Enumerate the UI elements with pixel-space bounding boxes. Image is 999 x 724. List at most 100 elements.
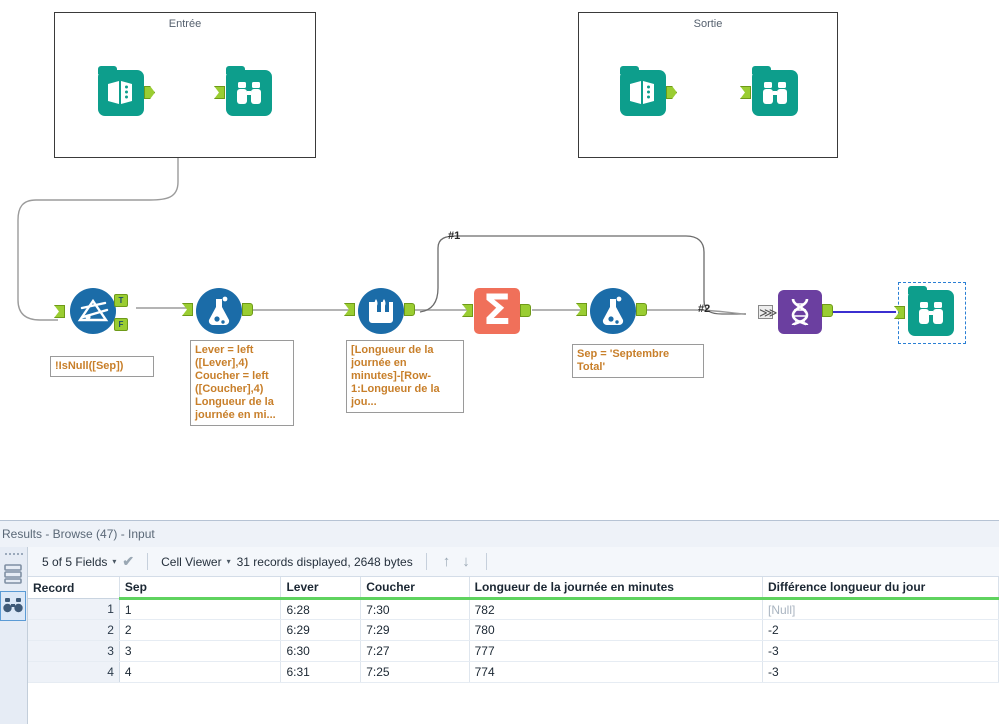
output-anchor[interactable]: [636, 303, 647, 316]
table-row[interactable]: 4 4 6:31 7:25 774 -3: [28, 661, 999, 683]
table-row[interactable]: 2 2 6:29 7:29 780 -2: [28, 619, 999, 641]
tool-input-data-entree[interactable]: [98, 66, 155, 116]
output-anchor[interactable]: [822, 304, 833, 317]
union-dna-icon: [778, 290, 822, 334]
browse-binoculars-icon[interactable]: [0, 591, 26, 621]
tool-multi-row-formula[interactable]: [344, 288, 415, 334]
tool-browse-entree[interactable]: [214, 66, 272, 116]
results-toolbar[interactable]: 5 of 5 Fields ▾ ✔ Cell Viewer ▾ 31 recor…: [28, 547, 999, 577]
cell-viewer-label: Cell Viewer: [161, 554, 222, 569]
records-status: 31 records displayed, 2648 bytes: [236, 554, 413, 569]
cell-record: 1: [28, 598, 120, 620]
cell-sep: 1: [119, 598, 282, 620]
column-header-longueur[interactable]: Longueur de la journée en minutes: [469, 577, 763, 600]
binoculars-icon: [908, 286, 954, 336]
cell-lever: 6:31: [280, 661, 362, 683]
results-rail[interactable]: [0, 547, 28, 724]
tool-filter[interactable]: T F: [54, 288, 128, 334]
cell-longueur: 777: [469, 640, 763, 662]
table-header-row: Record Sep Lever Coucher Longueur de la …: [28, 577, 999, 600]
toolbar-divider: [147, 553, 149, 570]
cell-lever: 6:28: [280, 598, 362, 620]
table-row[interactable]: 3 3 6:30 7:27 777 -3: [28, 640, 999, 662]
cell-difference: -3: [762, 640, 999, 662]
tool-container-title: Entrée: [168, 18, 202, 30]
toolbar-divider: [425, 553, 427, 570]
column-header-record[interactable]: Record: [28, 577, 120, 599]
cell-lever: 6:30: [280, 640, 362, 662]
filter-icon: [70, 288, 116, 334]
input-anchor[interactable]: [182, 303, 193, 316]
toolbar-divider: [485, 553, 487, 570]
false-output-anchor[interactable]: F: [114, 318, 128, 331]
check-icon[interactable]: ✔: [122, 553, 134, 570]
cell-record: 2: [28, 619, 120, 641]
column-header-sep[interactable]: Sep: [119, 577, 282, 600]
binoculars-icon: [226, 66, 272, 116]
results-table[interactable]: Record Sep Lever Coucher Longueur de la …: [28, 577, 999, 683]
input-anchor[interactable]: [894, 306, 905, 319]
cell-sep: 3: [119, 640, 282, 662]
tool-container-entree[interactable]: Entrée: [54, 12, 316, 158]
rail-drag-handle[interactable]: [0, 551, 27, 559]
cell-coucher: 7:29: [360, 619, 470, 641]
scroll-up-icon[interactable]: ↑: [440, 553, 454, 570]
column-header-difference[interactable]: Différence longueur du jour: [762, 577, 999, 600]
book-icon: [98, 66, 144, 116]
annotation-formula-1: Lever = left ([Lever],4) Coucher = left …: [190, 340, 294, 426]
cell-longueur: 774: [469, 661, 763, 683]
cell-record: 3: [28, 640, 120, 662]
true-output-anchor[interactable]: T: [114, 294, 128, 307]
cell-coucher: 7:27: [360, 640, 470, 662]
cell-longueur: 780: [469, 619, 763, 641]
multi-input-anchor[interactable]: ⋙: [758, 305, 778, 320]
cell-difference: -3: [762, 661, 999, 683]
binoculars-icon: [752, 66, 798, 116]
cell-lever: 6:29: [280, 619, 362, 641]
tool-container-sortie[interactable]: Sortie: [578, 12, 838, 158]
tool-browse-final[interactable]: [894, 286, 954, 336]
table-row[interactable]: 1 1 6:28 7:30 782 [Null]: [28, 598, 999, 620]
output-anchor[interactable]: [242, 303, 253, 316]
multirow-formula-icon: [358, 288, 404, 334]
annotation-formula-2: Sep = 'Septembre Total': [572, 344, 704, 378]
scroll-down-icon[interactable]: ↓: [459, 553, 473, 570]
book-icon: [620, 66, 666, 116]
cell-difference: [Null]: [762, 598, 999, 620]
sigma-icon: Σ: [474, 288, 520, 334]
tool-browse-sortie[interactable]: [740, 66, 798, 116]
fields-label: 5 of 5 Fields: [42, 554, 108, 569]
cell-coucher: 7:30: [360, 598, 470, 620]
cell-record: 4: [28, 661, 120, 683]
tool-summarize[interactable]: Σ: [462, 288, 531, 334]
chevron-down-icon[interactable]: ▾: [112, 557, 116, 566]
cell-difference: -2: [762, 619, 999, 641]
cell-sep: 2: [119, 619, 282, 641]
fields-selector[interactable]: 5 of 5 Fields ▾: [42, 555, 116, 569]
tool-formula-2[interactable]: [576, 288, 647, 334]
input-anchor[interactable]: [462, 304, 473, 317]
annotation-multi-row-formula: [Longueur de la journée en minutes]-[Row…: [346, 340, 464, 413]
tool-input-data-sortie[interactable]: [620, 66, 677, 116]
cell-sep: 4: [119, 661, 282, 683]
results-title: Results - Browse (47) - Input: [0, 521, 999, 547]
results-panel[interactable]: Results - Browse (47) - Input 5 of 5 Fie…: [0, 520, 999, 724]
flask-icon: [196, 288, 242, 334]
tool-container-title: Sortie: [693, 18, 723, 30]
workflow-canvas[interactable]: Entrée Sortie T F !IsNull([Sep]) Lever =…: [0, 0, 999, 520]
tool-union[interactable]: ⋙: [758, 290, 833, 334]
output-anchor[interactable]: [520, 304, 531, 317]
chevron-down-icon[interactable]: ▾: [227, 557, 231, 566]
cell-viewer-selector[interactable]: Cell Viewer ▾: [161, 555, 230, 569]
column-header-coucher[interactable]: Coucher: [360, 577, 470, 600]
tool-formula-1[interactable]: [182, 288, 253, 334]
input-anchor[interactable]: [344, 303, 355, 316]
input-anchor[interactable]: [54, 305, 65, 318]
column-header-lever[interactable]: Lever: [280, 577, 362, 600]
cell-coucher: 7:25: [360, 661, 470, 683]
annotation-filter: !IsNull([Sep]): [50, 356, 154, 377]
output-anchor[interactable]: [404, 303, 415, 316]
data-list-icon[interactable]: [0, 559, 26, 589]
input-anchor[interactable]: [576, 303, 587, 316]
cell-longueur: 782: [469, 598, 763, 620]
